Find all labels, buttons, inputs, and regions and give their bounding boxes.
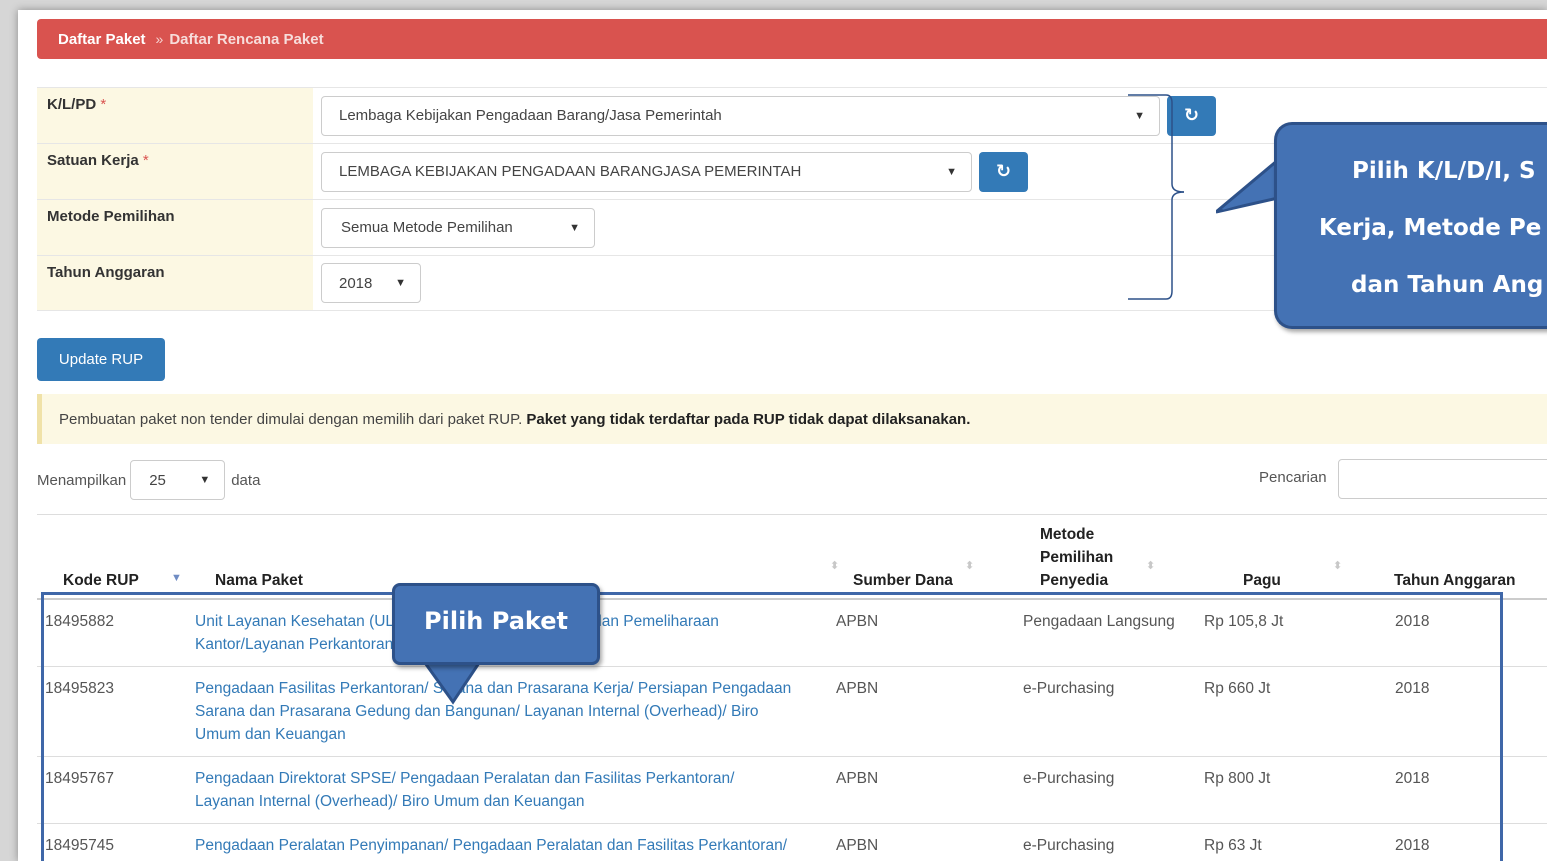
metode-select[interactable]: Semua Metode Pemilihan ▼ <box>321 207 595 248</box>
breadcrumb: Daftar Paket » Daftar Rencana Paket <box>37 19 1547 59</box>
refresh-icon: ↻ <box>995 161 1012 181</box>
cell-pagu: Rp 105,8 Jt <box>1204 613 1284 630</box>
cell-dana: APBN <box>836 770 879 787</box>
cell-dana: APBN <box>836 837 879 854</box>
chevron-down-icon: ▼ <box>395 277 406 289</box>
th-kode-label: Kode RUP <box>63 572 139 589</box>
tahun-label-text: Tahun Anggaran <box>47 264 165 281</box>
callout-tail <box>1216 160 1280 214</box>
table-row: 18495745 Pengadaan Peralatan Penyimpanan… <box>37 824 1547 861</box>
metode-label: Metode Pemilihan <box>37 200 313 255</box>
breadcrumb-daftar-paket[interactable]: Daftar Paket <box>58 31 146 48</box>
update-rup-button[interactable]: Update RUP <box>37 338 165 381</box>
bracket-brace <box>1128 94 1185 300</box>
tahun-label: Tahun Anggaran <box>37 256 313 310</box>
cell-pagu: Rp 660 Jt <box>1204 680 1271 697</box>
chevron-down-icon: ▼ <box>199 474 211 486</box>
search-label: Pencarian <box>1259 469 1327 486</box>
cell-pagu: Rp 800 Jt <box>1204 770 1271 787</box>
th-sumber-dana[interactable]: Sumber Dana ⬍ <box>810 515 1000 598</box>
sort-icon: ⬍ <box>965 560 975 572</box>
required-marker: * <box>142 152 149 169</box>
tahun-select-value: 2018 <box>339 274 373 292</box>
cell-metode: e-Purchasing <box>1023 770 1115 787</box>
alert-text: Pembuatan paket non tender dimulai denga… <box>59 410 523 428</box>
page-length-control: Menampilkan 25 ▼ data <box>37 460 260 500</box>
page-length-select[interactable]: 25 ▼ <box>130 460 226 500</box>
table-row: 18495823 Pengadaan Fasilitas Perkantoran… <box>37 667 1547 757</box>
cell-pagu: Rp 63 Jt <box>1204 837 1262 854</box>
th-nama-label: Nama Paket <box>215 572 303 589</box>
cell-kode: 18495882 <box>45 613 114 630</box>
chevron-down-icon: ▼ <box>569 221 580 234</box>
cell-metode: e-Purchasing <box>1023 680 1115 697</box>
th-tahun-label: Tahun Anggaran <box>1394 572 1516 589</box>
th-pagu[interactable]: Pagu ⬍ <box>1185 515 1370 598</box>
cell-kode: 18495745 <box>45 837 114 854</box>
page-length-value: 25 <box>149 471 166 489</box>
callout-line3: dan Tahun Ang <box>1351 272 1544 298</box>
klpd-label: K/L/PD * <box>37 88 313 143</box>
alert-bold-text: Paket yang tidak terdaftar pada RUP tida… <box>526 410 971 428</box>
satker-label-text: Satuan Kerja <box>47 152 139 169</box>
callout-line2: Kerja, Metode Pe <box>1319 215 1542 241</box>
table-body: 18495882 Unit Layanan Kesehatan (ULK)/ P… <box>37 600 1547 861</box>
page: Daftar Paket » Daftar Rencana Paket K/L/… <box>18 10 1547 861</box>
callout-pilih-filter: Pilih K/L/D/I, S Kerja, Metode Pe dan Ta… <box>1274 122 1547 329</box>
cell-tahun: 2018 <box>1395 680 1430 697</box>
satker-select[interactable]: LEMBAGA KEBIJAKAN PENGADAAN BARANGJASA P… <box>321 151 972 192</box>
paket-link[interactable]: Pengadaan Direktorat SPSE/ Pengadaan Per… <box>195 770 734 810</box>
cell-nama: Pengadaan Direktorat SPSE/ Pengadaan Per… <box>185 757 810 823</box>
cell-kode: 18495767 <box>45 770 114 787</box>
callout-line1: Pilih K/L/D/I, S <box>1352 158 1536 184</box>
rup-table: Kode RUP ▼ Nama Paket ⬍ Sumber Dana ⬍ Me… <box>37 514 1547 861</box>
length-suffix: data <box>231 471 261 489</box>
th-dana-label: Sumber Dana <box>853 572 953 589</box>
klpd-select-value: Lembaga Kebijakan Pengadaan Barang/Jasa … <box>339 107 722 124</box>
info-alert: Pembuatan paket non tender dimulai denga… <box>37 394 1547 444</box>
callout-paket-tail <box>423 660 483 705</box>
paket-link[interactable]: Pengadaan Fasilitas Perkantoran/ Sarana … <box>195 680 791 743</box>
callout-pilih-paket: Pilih Paket <box>392 583 600 665</box>
search-input[interactable] <box>1338 459 1547 499</box>
cell-tahun: 2018 <box>1395 837 1430 854</box>
metode-label-text: Metode Pemilihan <box>47 208 175 225</box>
tahun-select[interactable]: 2018 ▼ <box>321 263 421 303</box>
cell-dana: APBN <box>836 613 879 630</box>
cell-nama: Pengadaan Fasilitas Perkantoran/ Sarana … <box>185 667 810 756</box>
cell-kode: 18495823 <box>45 680 114 697</box>
breadcrumb-current: Daftar Rencana Paket <box>169 30 324 48</box>
breadcrumb-separator: » <box>155 31 164 47</box>
required-marker: * <box>100 96 107 113</box>
cell-tahun: 2018 <box>1395 613 1430 630</box>
metode-select-value: Semua Metode Pemilihan <box>341 219 513 236</box>
cell-tahun: 2018 <box>1395 770 1430 787</box>
th-metode-pemilihan[interactable]: Metode Pemilihan Penyedia ⬍ <box>1000 515 1185 598</box>
table-header: Kode RUP ▼ Nama Paket ⬍ Sumber Dana ⬍ Me… <box>37 514 1547 600</box>
sort-icon: ⬍ <box>1146 560 1156 572</box>
satker-select-value: LEMBAGA KEBIJAKAN PENGADAAN BARANGJASA P… <box>339 163 802 180</box>
th-metode-line1: Metode <box>1040 526 1095 543</box>
th-pagu-label: Pagu <box>1243 572 1281 589</box>
th-metode-line3: Penyedia <box>1040 572 1109 589</box>
cell-nama: Pengadaan Peralatan Penyimpanan/ Pengada… <box>185 824 810 861</box>
th-kode-rup[interactable]: Kode RUP ▼ <box>37 515 185 598</box>
cell-metode: e-Purchasing <box>1023 837 1115 854</box>
satker-refresh-button[interactable]: ↻ <box>979 151 1028 192</box>
sort-desc-icon: ▼ <box>171 572 182 584</box>
klpd-label-text: K/L/PD <box>47 96 97 113</box>
th-metode-label: Metode Pemilihan Penyedia <box>1040 523 1113 592</box>
sort-icon: ⬍ <box>1333 560 1343 572</box>
cell-metode: Pengadaan Langsung <box>1023 613 1175 630</box>
th-metode-line2: Pemilihan <box>1040 549 1114 566</box>
satker-label: Satuan Kerja * <box>37 144 313 199</box>
th-tahun-anggaran[interactable]: Tahun Anggaran <box>1370 515 1547 598</box>
table-row: 18495767 Pengadaan Direktorat SPSE/ Peng… <box>37 757 1547 824</box>
table-row: 18495882 Unit Layanan Kesehatan (ULK)/ P… <box>37 600 1547 667</box>
cell-dana: APBN <box>836 680 879 697</box>
paket-link[interactable]: Pengadaan Peralatan Penyimpanan/ Pengada… <box>195 837 787 861</box>
chevron-down-icon: ▼ <box>946 165 957 178</box>
klpd-select[interactable]: Lembaga Kebijakan Pengadaan Barang/Jasa … <box>321 95 1160 136</box>
length-prefix: Menampilkan <box>37 471 127 489</box>
